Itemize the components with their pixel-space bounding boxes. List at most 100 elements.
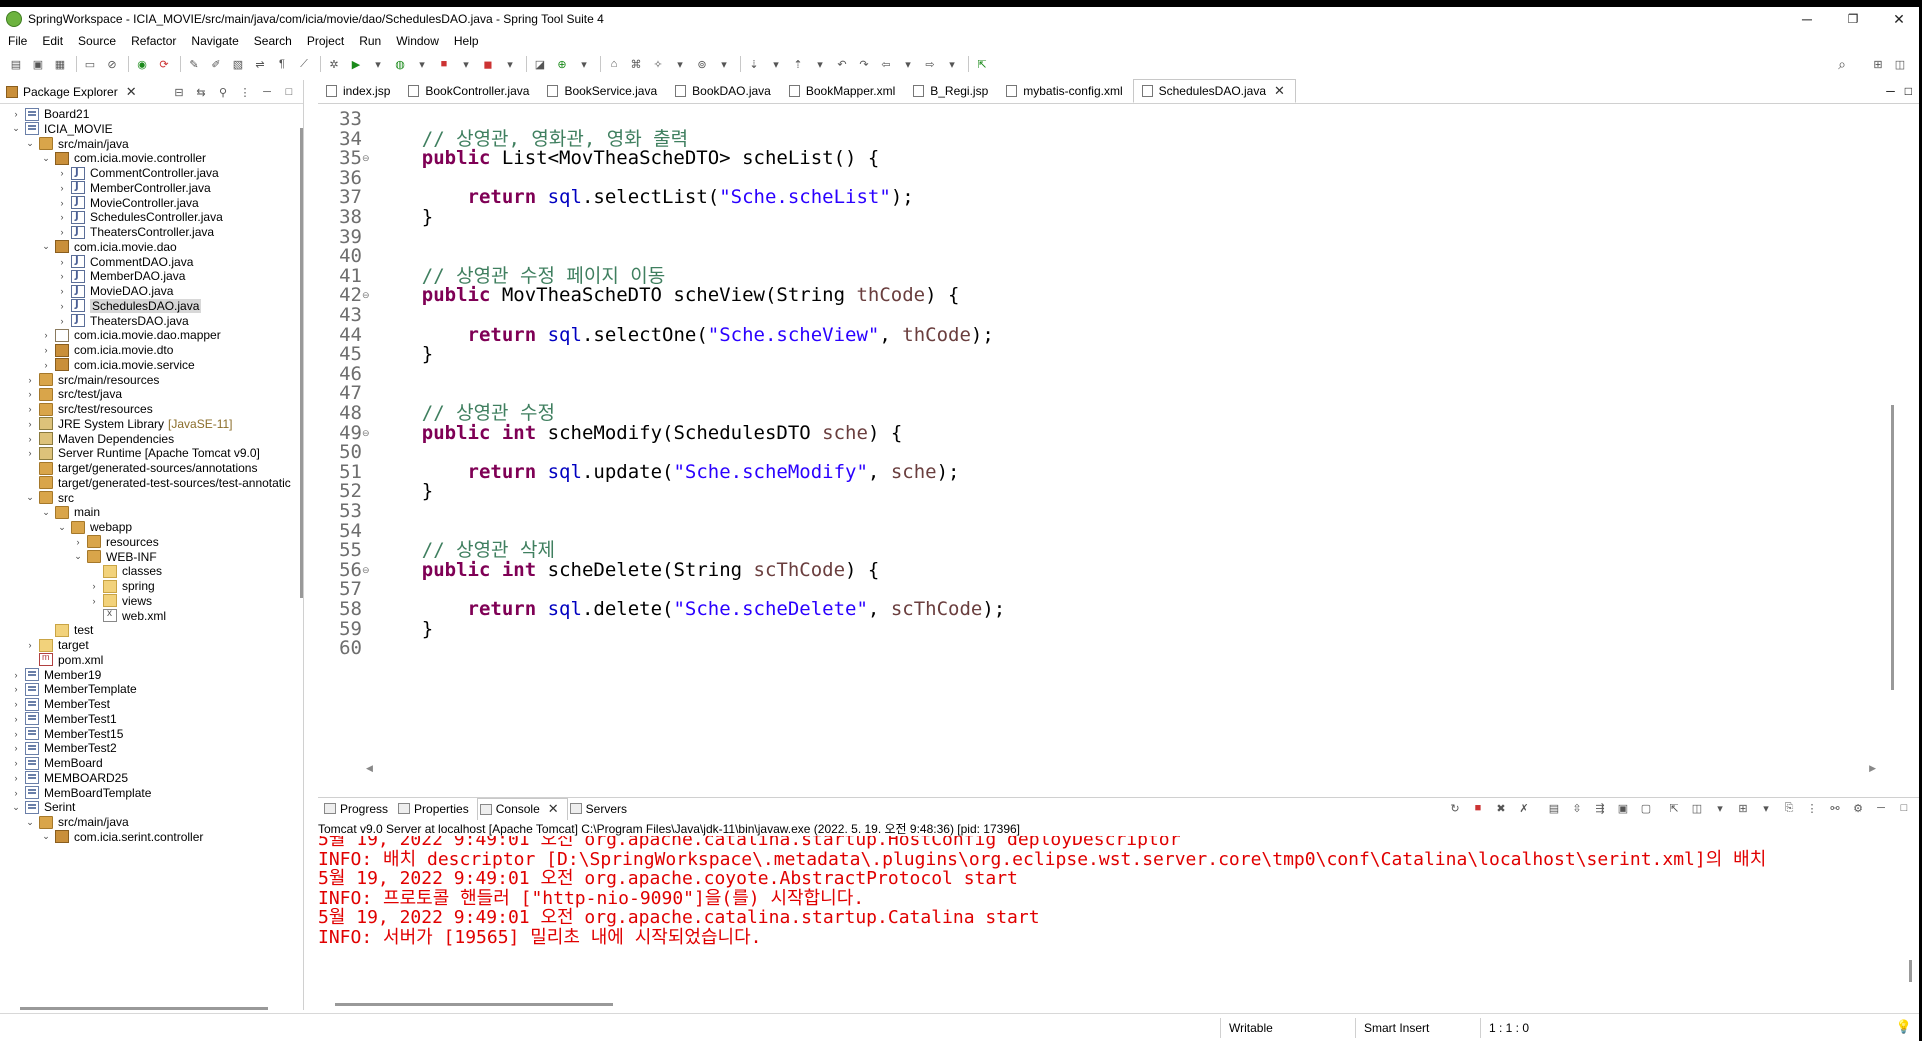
expanded-chevron-icon[interactable]: ⌄ — [40, 831, 52, 842]
menu-help[interactable]: Help — [446, 34, 486, 48]
collapsed-chevron-icon[interactable]: › — [56, 271, 68, 281]
package-explorer-horizontal-scrollbar[interactable] — [20, 1007, 268, 1010]
collapsed-chevron-icon[interactable]: › — [56, 257, 68, 267]
terminate-process-icon[interactable]: ■ — [1470, 800, 1486, 816]
console-vertical-scrollbar[interactable] — [1909, 960, 1912, 982]
open-task-icon[interactable]: ⌘ — [628, 56, 644, 72]
menu-source[interactable]: Source — [70, 34, 123, 48]
open-type-icon[interactable]: ⌂ — [606, 56, 622, 72]
console-panel-tab[interactable]: Servers — [568, 798, 635, 820]
external-tools-icon[interactable]: ◼ — [480, 56, 496, 72]
tree-item[interactable]: ⌄ com.icia.serint.controller — [40, 828, 203, 846]
link-icon[interactable]: ⚯ — [1827, 800, 1843, 816]
editor-tab[interactable]: BookDAO.java — [667, 79, 781, 103]
tip-lightbulb-icon[interactable]: 💡 — [1896, 1019, 1912, 1035]
collapsed-chevron-icon[interactable]: › — [88, 596, 100, 606]
close-icon[interactable]: ✕ — [126, 84, 137, 100]
save-icon[interactable]: ▣ — [30, 56, 46, 72]
browser-dropdown-icon[interactable]: ▾ — [716, 56, 732, 72]
open-perspective-icon[interactable]: ⊞ — [1870, 56, 1886, 72]
display-console-dropdown-icon[interactable]: ▾ — [1712, 800, 1728, 816]
scroll-right-icon[interactable]: ▶ — [1869, 763, 1876, 774]
filters-icon[interactable]: ⚲ — [215, 84, 231, 100]
collapsed-chevron-icon[interactable]: › — [10, 684, 22, 694]
java-perspective-icon[interactable]: ◫ — [1892, 56, 1908, 72]
menu-file[interactable]: File — [0, 34, 34, 48]
collapsed-chevron-icon[interactable]: › — [10, 743, 22, 753]
package-explorer-tab[interactable]: Package Explorer ✕ — [0, 80, 143, 104]
editor-tab[interactable]: index.jsp — [318, 79, 400, 103]
new-java-project-icon[interactable]: ◪ — [532, 56, 548, 72]
close-tab-icon[interactable]: ✕ — [548, 801, 559, 817]
remove-all-terminated-icon[interactable]: ✗ — [1516, 800, 1532, 816]
pin-console-icon[interactable]: ⇱ — [1666, 800, 1682, 816]
search-icon[interactable]: ⌕ — [1834, 56, 1850, 72]
expanded-chevron-icon[interactable]: ⌄ — [40, 507, 52, 518]
package-explorer-vertical-scrollbar[interactable] — [300, 128, 303, 598]
terminate-icon[interactable]: ■ — [436, 56, 452, 72]
collapsed-chevron-icon[interactable]: › — [88, 581, 100, 591]
back-icon[interactable]: ⇦ — [878, 56, 894, 72]
collapsed-chevron-icon[interactable]: › — [24, 419, 36, 429]
previous-annotation-dropdown-icon[interactable]: ▾ — [812, 56, 828, 72]
scroll-lock-icon[interactable]: ⇳ — [1569, 800, 1585, 816]
collapse-all-icon[interactable]: ⊟ — [171, 84, 187, 100]
maximize-console-icon[interactable]: □ — [1896, 800, 1912, 816]
expanded-chevron-icon[interactable]: ⌄ — [24, 817, 36, 828]
editor-tab[interactable]: BookMapper.xml — [781, 79, 905, 103]
collapsed-chevron-icon[interactable]: › — [24, 389, 36, 399]
show-on-stdout-icon[interactable]: ▣ — [1615, 800, 1631, 816]
open-web-browser-icon[interactable]: ⊚ — [694, 56, 710, 72]
pin-editor-icon[interactable]: ⇱ — [974, 56, 990, 72]
tree-item[interactable]: web.xml — [88, 607, 166, 625]
collapsed-chevron-icon[interactable]: › — [10, 714, 22, 724]
fold-collapse-icon[interactable]: ⊖ — [362, 283, 370, 307]
menu-edit[interactable]: Edit — [34, 34, 70, 48]
refresh-icon[interactable]: ⟳ — [156, 56, 172, 72]
expanded-chevron-icon[interactable]: ⌄ — [24, 138, 36, 149]
menu-run[interactable]: Run — [351, 34, 388, 48]
minimize-console-icon[interactable]: ─ — [1873, 800, 1889, 816]
collapsed-chevron-icon[interactable]: › — [56, 183, 68, 193]
collapsed-chevron-icon[interactable]: › — [72, 537, 84, 547]
open-console-menu-icon[interactable]: ▾ — [1758, 800, 1774, 816]
external-tools-dropdown-icon[interactable]: ▾ — [502, 56, 518, 72]
collapsed-chevron-icon[interactable]: › — [40, 345, 52, 355]
run-dropdown-icon[interactable]: ▾ — [370, 56, 386, 72]
minimize-button[interactable]: ─ — [1784, 7, 1830, 31]
skip-breakpoints-icon[interactable]: ⊘ — [104, 56, 120, 72]
editor-horizontal-scrollbar[interactable]: ◀ ▶ — [366, 763, 1896, 775]
insert-mode-status[interactable]: Smart Insert — [1355, 1018, 1485, 1038]
menu-project[interactable]: Project — [299, 34, 351, 48]
forward-icon[interactable]: ⇨ — [922, 56, 938, 72]
last-edit-location-icon[interactable]: ↶ — [834, 56, 850, 72]
forward-history-icon[interactable]: ↷ — [856, 56, 872, 72]
editor-vertical-scrollbar[interactable] — [1891, 405, 1894, 690]
expanded-chevron-icon[interactable]: ⌄ — [40, 153, 52, 164]
maximize-view-icon[interactable]: □ — [281, 84, 297, 100]
open-console-icon[interactable]: ▭ — [82, 56, 98, 72]
remove-launch-icon[interactable]: ✖ — [1493, 800, 1509, 816]
collapsed-chevron-icon[interactable]: › — [10, 670, 22, 680]
expanded-chevron-icon[interactable]: ⌄ — [10, 802, 22, 813]
collapsed-chevron-icon[interactable]: › — [24, 434, 36, 444]
clear-console-icon[interactable]: ▤ — [1546, 800, 1562, 816]
console-panel-tab[interactable]: Properties — [396, 798, 477, 820]
code-editor[interactable]: ◀ ▶ 33 34 // 상영관, 영화관, 영화 출력 35 ⊖ public Li… — [318, 105, 1898, 775]
save-all-icon[interactable]: ▦ — [52, 56, 68, 72]
copy-icon[interactable]: ⎘ — [1781, 800, 1797, 816]
debug-icon[interactable]: ✲ — [326, 56, 342, 72]
toggle-mark-occurrences-icon[interactable]: ✎ — [186, 56, 202, 72]
previous-annotation-icon[interactable]: ⇡ — [790, 56, 806, 72]
back-dropdown-icon[interactable]: ▾ — [900, 56, 916, 72]
collapsed-chevron-icon[interactable]: › — [56, 286, 68, 296]
collapsed-chevron-icon[interactable]: › — [10, 729, 22, 739]
console-panel-tab[interactable]: Progress — [322, 798, 396, 820]
minimize-editor-icon[interactable]: ─ — [1886, 84, 1895, 98]
open-console-dropdown-icon[interactable]: ⊞ — [1735, 800, 1751, 816]
editor-tab[interactable]: BookController.java — [400, 79, 539, 103]
collapsed-chevron-icon[interactable]: › — [56, 168, 68, 178]
collapsed-chevron-icon[interactable]: › — [10, 788, 22, 798]
console-output[interactable]: 5월 19, 2022 9:49:01 오전 org.apache.catali… — [318, 836, 1898, 1006]
maximize-editor-icon[interactable]: □ — [1905, 84, 1912, 98]
